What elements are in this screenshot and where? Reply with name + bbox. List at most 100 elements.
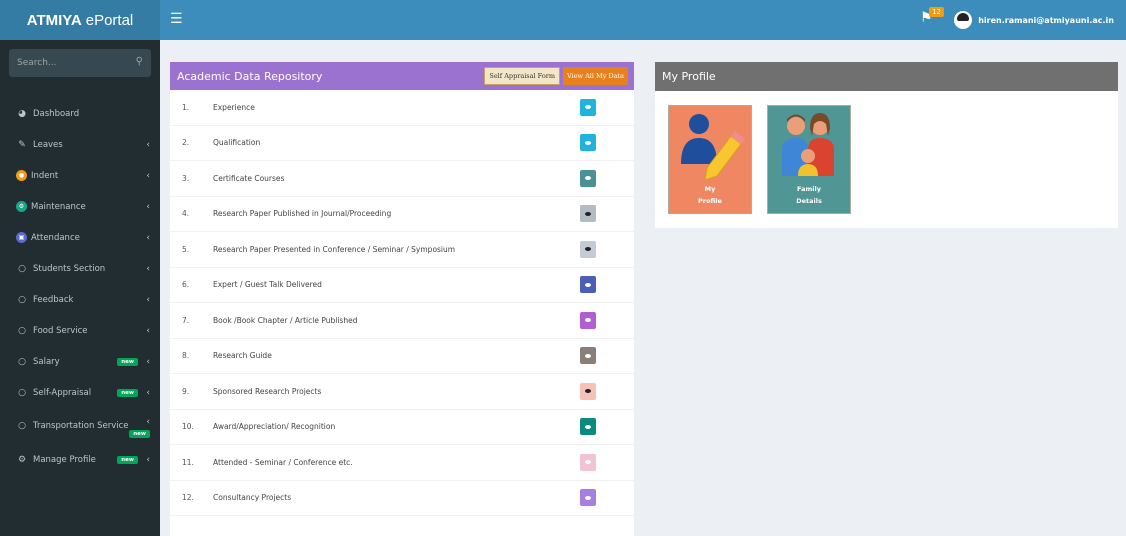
sidebar-item-food-service[interactable]: ○ Food Service ‹: [0, 315, 160, 346]
maintenance-icon: ⚙: [16, 201, 27, 212]
circle-icon: ○: [18, 263, 26, 274]
table-row: 10. Award/Appreciation/ Recognition: [170, 410, 634, 445]
row-number: 1.: [182, 102, 190, 112]
table-row: 6. Expert / Guest Talk Delivered: [170, 268, 634, 303]
sidebar-item-self-appraisal[interactable]: ○ Self-Appraisal new ‹: [0, 377, 160, 408]
row-number: 9.: [182, 386, 190, 396]
notification-badge: 12: [929, 7, 944, 17]
sidebar-item-label: Attendance: [31, 232, 80, 243]
chevron-left-icon: ‹: [146, 417, 150, 427]
table-row: 5. Research Paper Presented in Conference…: [170, 232, 634, 268]
row-label: Expert / Guest Talk Delivered: [213, 280, 322, 290]
view-button[interactable]: [580, 453, 596, 471]
new-badge: new: [117, 455, 138, 464]
chevron-left-icon: ‹: [146, 387, 150, 398]
view-button[interactable]: [580, 311, 596, 329]
row-label: Award/Appreciation/ Recognition: [213, 422, 336, 432]
indent-icon: ●: [16, 170, 27, 181]
notification-icon[interactable]: ⚑ 12: [920, 7, 944, 30]
tile-line2: Profile: [698, 197, 722, 205]
chevron-left-icon: ‹: [146, 356, 150, 367]
row-number: 2.: [182, 138, 190, 148]
table-row: 9. Sponsored Research Projects: [170, 374, 634, 410]
self-appraisal-form-button[interactable]: Self Appraisal Form: [484, 67, 560, 85]
view-all-data-button[interactable]: View All My Data: [562, 67, 628, 85]
sidebar-item-students-section[interactable]: ○ Students Section ‹: [0, 253, 160, 284]
eye-icon: [585, 318, 591, 323]
view-button[interactable]: [580, 205, 596, 223]
sidebar-search: ⚲: [9, 49, 151, 77]
hamburger-menu-icon[interactable]: ☰: [170, 12, 183, 26]
family-details-tile[interactable]: Family Details: [767, 105, 851, 214]
sidebar-item-label: Transportation Service: [33, 421, 129, 431]
user-menu[interactable]: hiren.ramani@atmiyauni.ac.in: [954, 11, 1114, 29]
sidebar-item-label: Maintenance: [31, 201, 86, 212]
sidebar-item-attendance[interactable]: ▣ Attendance ‹: [0, 222, 160, 253]
sidebar-item-maintenance[interactable]: ⚙ Maintenance ‹: [0, 191, 160, 222]
navbar: ☰ ⚑ 12 hiren.ramani@atmiyauni.ac.in: [160, 0, 1126, 40]
chevron-left-icon: ‹: [146, 139, 150, 150]
sidebar-item-indent[interactable]: ● Indent ‹: [0, 160, 160, 191]
row-number: 12.: [182, 493, 194, 503]
chevron-left-icon: ‹: [146, 263, 150, 274]
eye-icon: [585, 105, 591, 110]
academic-panel-header: Academic Data Repository Self Appraisal …: [170, 62, 634, 90]
row-number: 5.: [182, 244, 190, 254]
row-number: 11.: [182, 457, 194, 467]
row-label: Research Paper Published in Journal/Proc…: [213, 209, 392, 219]
top-header: ATMIYA ePortal ☰ ⚑ 12 hiren.ramani@atmiy…: [0, 0, 1126, 40]
sidebar-item-salary[interactable]: ○ Salary new ‹: [0, 346, 160, 377]
chevron-left-icon: ‹: [146, 294, 150, 305]
view-button[interactable]: [580, 489, 596, 507]
sidebar-item-label: Students Section: [33, 263, 106, 274]
view-button[interactable]: [580, 240, 596, 258]
row-label: Experience: [213, 102, 255, 112]
view-button[interactable]: [580, 276, 596, 294]
view-button[interactable]: [580, 418, 596, 436]
sidebar-item-feedback[interactable]: ○ Feedback ‹: [0, 284, 160, 315]
edit-icon: ✎: [18, 139, 26, 150]
table-row: 1. Experience: [170, 90, 634, 126]
view-button[interactable]: [580, 98, 596, 116]
brand-rest: ePortal: [85, 11, 134, 29]
eye-icon: [585, 211, 591, 216]
my-profile-panel: My Profile My Profile Family Details: [655, 62, 1118, 228]
row-number: 8.: [182, 351, 190, 361]
view-button[interactable]: [580, 134, 596, 152]
eye-icon: [585, 282, 591, 287]
sidebar-item-label: Food Service: [33, 325, 88, 336]
brand-logo[interactable]: ATMIYA ePortal: [0, 0, 160, 40]
eye-icon: [585, 389, 591, 394]
view-button[interactable]: [580, 347, 596, 365]
tile-line2: Details: [796, 197, 822, 205]
row-label: Consultancy Projects: [213, 493, 292, 503]
row-label: Qualification: [213, 138, 261, 148]
eye-icon: [585, 140, 591, 145]
row-number: 6.: [182, 280, 190, 290]
avatar: [954, 11, 973, 29]
sidebar-item-label: Manage Profile: [33, 454, 96, 465]
sidebar-item-leaves[interactable]: ✎ Leaves ‹: [0, 129, 160, 160]
view-button[interactable]: [580, 169, 596, 187]
sidebar-item-label: Feedback: [33, 294, 74, 305]
table-row: 3. Certificate Courses: [170, 161, 634, 197]
circle-icon: ○: [18, 294, 26, 305]
sidebar-item-manage-profile[interactable]: ⚙ Manage Profile new ‹: [0, 444, 160, 475]
search-icon[interactable]: ⚲: [136, 56, 143, 67]
eye-icon: [585, 495, 591, 500]
cogs-icon: ⚙: [17, 454, 27, 465]
eye-icon: [585, 460, 591, 465]
view-button[interactable]: [580, 382, 596, 400]
row-label: Attended - Seminar / Conference etc.: [213, 457, 353, 467]
my-profile-tile[interactable]: My Profile: [668, 105, 752, 214]
sidebar-item-transportation-service[interactable]: ○ Transportation Service new ‹: [0, 408, 160, 444]
row-label: Certificate Courses: [213, 173, 285, 183]
sidebar-menu: ◕ Dashboard ✎ Leaves ‹ ● Indent ‹ ⚙ Main…: [0, 98, 160, 475]
dashboard-icon: ◕: [18, 108, 26, 119]
search-input[interactable]: [9, 49, 129, 77]
sidebar-item-dashboard[interactable]: ◕ Dashboard: [0, 98, 160, 129]
table-row: 12. Consultancy Projects: [170, 481, 634, 516]
chevron-left-icon: ‹: [146, 232, 150, 243]
table-row: 2. Qualification: [170, 126, 634, 161]
tile-line1: My: [704, 185, 716, 193]
